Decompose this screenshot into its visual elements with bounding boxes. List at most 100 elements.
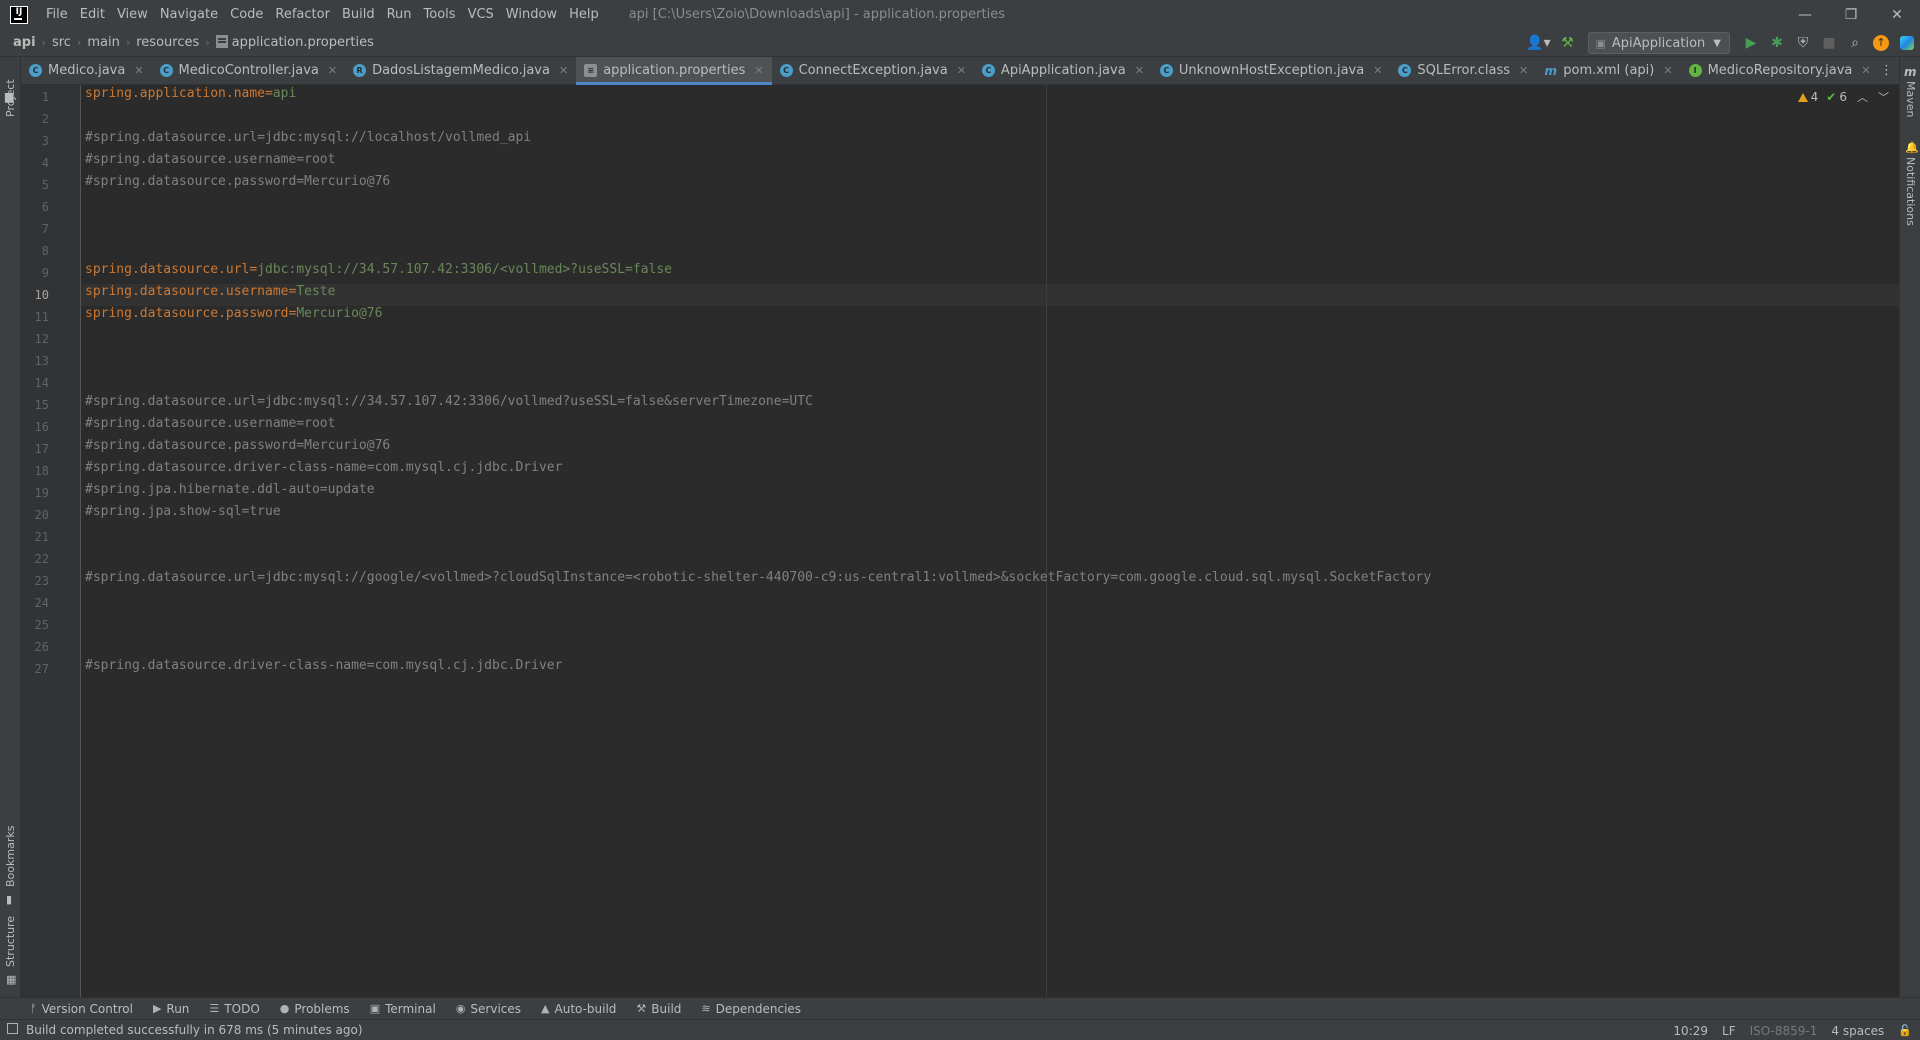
tab-dadoslistagemmedico-java[interactable]: R DadosListagemMedico.java ✕: [345, 57, 576, 84]
menu-refactor[interactable]: Refactor: [269, 0, 336, 29]
menu-vcs[interactable]: VCS: [462, 0, 500, 29]
code-editor[interactable]: 1 2 3 4 5 6 7 8 9 10 11 12 13 14 15 16 17 18 19 20 21 22 23 24 2…: [21, 85, 1899, 997]
code-line[interactable]: #spring.datasource.username=root: [85, 152, 335, 174]
status-layout-icon[interactable]: [7, 1023, 18, 1034]
minimize-icon[interactable]: —: [1782, 0, 1828, 29]
structure-tool-button[interactable]: Structure: [4, 916, 17, 967]
build-hammer-icon[interactable]: ⚒: [1554, 30, 1580, 56]
chevron-right-icon: ›: [125, 36, 131, 49]
tab-application-properties[interactable]: ≡ application.properties ✕: [576, 57, 773, 85]
tab-unknownhostexception-java[interactable]: C UnknownHostException.java ✕: [1152, 57, 1391, 84]
search-everywhere-icon[interactable]: ⌕: [1842, 30, 1868, 56]
tab-medicocontroller-java[interactable]: C MedicoController.java ✕: [152, 57, 346, 84]
chevron-down-icon[interactable]: ﹀: [1878, 89, 1889, 105]
menu-code[interactable]: Code: [224, 0, 269, 29]
code-line[interactable]: #spring.datasource.url=jdbc:mysql://34.5…: [85, 394, 813, 416]
code-line[interactable]: #spring.datasource.driver-class-name=com…: [85, 460, 562, 482]
tool-todo[interactable]: ☰ TODO: [209, 1002, 259, 1016]
status-message[interactable]: Build completed successfully in 678 ms (…: [26, 1023, 363, 1037]
inspections-widget[interactable]: 4 ✔ 6 ︿ ﹀: [1797, 89, 1889, 105]
breadcrumb-file[interactable]: application.properties: [213, 35, 377, 50]
close-icon[interactable]: ✕: [957, 64, 966, 77]
breadcrumb-file-label: application.properties: [231, 35, 374, 50]
menu-file[interactable]: File: [40, 0, 74, 29]
close-icon[interactable]: ✕: [328, 64, 337, 77]
structure-icon[interactable]: ▦: [6, 973, 16, 986]
code-line[interactable]: #spring.datasource.password=Mercurio@76: [85, 438, 390, 460]
maven-icon[interactable]: m: [1904, 65, 1917, 79]
restore-icon[interactable]: ❐: [1828, 0, 1874, 29]
bookmark-icon[interactable]: ▮: [6, 893, 12, 906]
user-account-icon[interactable]: 👤▾: [1522, 30, 1554, 56]
jetbrains-toolbox-icon[interactable]: [1894, 30, 1920, 56]
menu-help[interactable]: Help: [563, 0, 605, 29]
coverage-icon[interactable]: ⛨: [1790, 30, 1816, 56]
notifications-icon[interactable]: 🔔: [1905, 141, 1919, 154]
line-separator[interactable]: LF: [1722, 1024, 1736, 1038]
indent-setting[interactable]: 4 spaces: [1831, 1024, 1884, 1038]
breadcrumb-api[interactable]: api: [10, 35, 39, 50]
code-line[interactable]: #spring.datasource.url=jdbc:mysql://loca…: [85, 130, 531, 152]
file-encoding[interactable]: ISO-8859-1: [1750, 1024, 1818, 1038]
tab-medico-java[interactable]: C Medico.java ✕: [21, 57, 152, 84]
menu-build[interactable]: Build: [336, 0, 381, 29]
code-line[interactable]: #spring.datasource.driver-class-name=com…: [85, 658, 562, 680]
caret-position[interactable]: 10:29: [1673, 1024, 1708, 1038]
tab-pom-xml-api[interactable]: m pom.xml (api) ✕: [1536, 57, 1680, 84]
tool-build[interactable]: ⚒ Build: [636, 1002, 681, 1016]
tool-auto-build[interactable]: ▲ Auto-build: [541, 1002, 616, 1016]
menu-tools[interactable]: Tools: [418, 0, 462, 29]
bookmarks-tool-button[interactable]: Bookmarks: [4, 826, 17, 887]
code-line[interactable]: spring.datasource.url=jdbc:mysql://34.57…: [85, 262, 672, 284]
debug-icon[interactable]: ✱: [1764, 30, 1790, 56]
close-icon[interactable]: ✕: [134, 64, 143, 77]
notifications-tool-button[interactable]: Notifications: [1904, 157, 1917, 226]
code-line[interactable]: spring.application.name=api: [85, 86, 296, 108]
update-icon[interactable]: ↑: [1868, 30, 1894, 56]
close-icon[interactable]: ✕: [1663, 64, 1672, 77]
line-number-gutter[interactable]: 1 2 3 4 5 6 7 8 9 10 11 12 13 14 15 16 17 18 19 20 21 22 23 24 2…: [21, 85, 81, 997]
menu-navigate[interactable]: Navigate: [154, 0, 224, 29]
intellij-logo-icon[interactable]: IJ: [10, 5, 28, 24]
lock-icon[interactable]: 🔓: [1898, 1024, 1912, 1037]
close-icon[interactable]: ✕: [1861, 64, 1870, 77]
tool-dependencies[interactable]: ≋ Dependencies: [701, 1002, 801, 1016]
menu-edit[interactable]: Edit: [74, 0, 111, 29]
menu-window[interactable]: Window: [500, 0, 563, 29]
code-line[interactable]: #spring.datasource.url=jdbc:mysql://goog…: [85, 570, 1431, 592]
breadcrumb-src[interactable]: src: [49, 35, 74, 50]
tab-sqlerror-class[interactable]: C SQLError.class ✕: [1390, 57, 1536, 84]
project-tool-button[interactable]: Project: [4, 79, 17, 117]
code-line[interactable]: spring.datasource.username=Teste: [85, 284, 335, 306]
breadcrumb-resources[interactable]: resources: [133, 35, 202, 50]
class-icon: C: [159, 64, 173, 77]
code-line[interactable]: #spring.datasource.username=root: [85, 416, 335, 438]
breadcrumb-main[interactable]: main: [84, 35, 122, 50]
maven-tool-button[interactable]: Maven: [1904, 81, 1917, 117]
stop-icon[interactable]: ■: [1816, 30, 1842, 56]
tool-services[interactable]: ◉ Services: [456, 1002, 521, 1016]
close-icon[interactable]: ✕: [1874, 0, 1920, 29]
run-icon[interactable]: ▶: [1738, 30, 1764, 56]
tool-version-control[interactable]: ᚠ Version Control: [30, 1002, 133, 1016]
more-vertical-icon[interactable]: ⋮: [1880, 57, 1893, 85]
close-icon[interactable]: ✕: [559, 64, 568, 77]
close-icon[interactable]: ✕: [1519, 64, 1528, 77]
tab-apiapplication-java[interactable]: C ApiApplication.java ✕: [974, 57, 1152, 84]
menu-run[interactable]: Run: [381, 0, 418, 29]
tool-terminal[interactable]: ▣ Terminal: [370, 1002, 436, 1016]
tab-medicorepository-java[interactable]: I MedicoRepository.java ✕: [1681, 57, 1879, 84]
tab-connectexception-java[interactable]: C ConnectException.java ✕: [772, 57, 974, 84]
tool-problems[interactable]: ● Problems: [280, 1002, 350, 1016]
tool-run[interactable]: ▶ Run: [153, 1002, 189, 1016]
code-line[interactable]: #spring.datasource.password=Mercurio@76: [85, 174, 390, 196]
run-configuration-select[interactable]: ▣ ApiApplication ▼: [1588, 32, 1730, 54]
code-line[interactable]: #spring.jpa.hibernate.ddl-auto=update: [85, 482, 375, 504]
menu-view[interactable]: View: [111, 0, 154, 29]
code-line[interactable]: spring.datasource.password=Mercurio@76: [85, 306, 382, 328]
chevron-up-icon[interactable]: ︿: [1857, 89, 1868, 105]
code-line[interactable]: #spring.jpa.show-sql=true: [85, 504, 281, 526]
close-icon[interactable]: ✕: [1373, 64, 1382, 77]
close-icon[interactable]: ✕: [754, 64, 763, 77]
close-icon[interactable]: ✕: [1135, 64, 1144, 77]
